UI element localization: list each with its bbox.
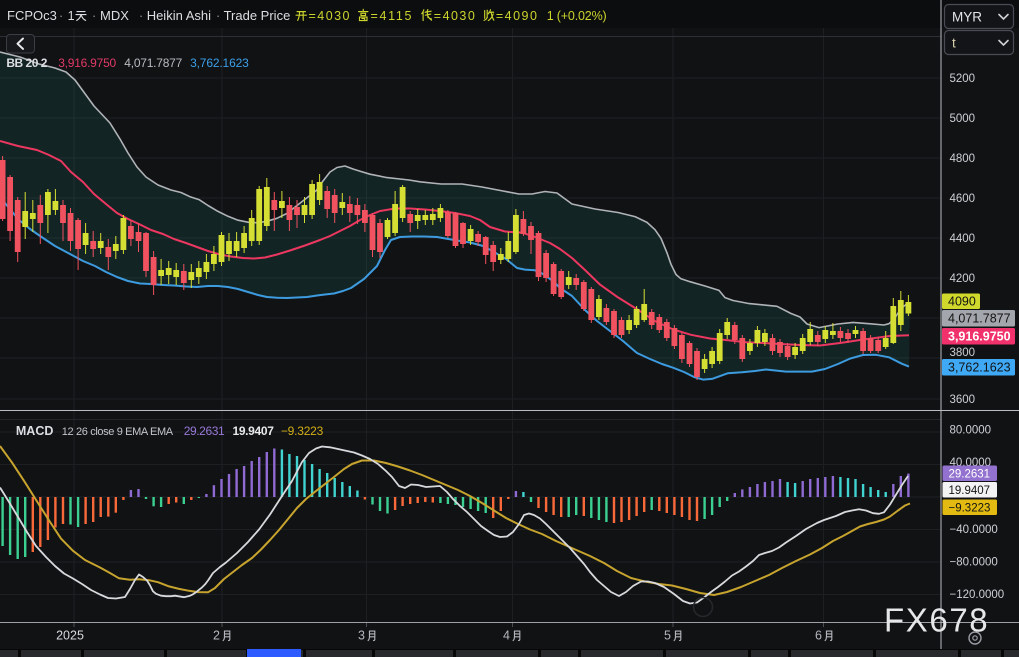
svg-text:5: 5 (664, 629, 671, 643)
svg-text:4200: 4200 (950, 273, 976, 285)
svg-text:−80.0000: −80.0000 (950, 557, 998, 569)
svg-text:3,762.1623: 3,762.1623 (190, 56, 249, 70)
svg-text:12 26 close 9 EMA EMA: 12 26 close 9 EMA EMA (62, 426, 174, 438)
svg-text:5200: 5200 (950, 73, 976, 85)
svg-text:19.9407: 19.9407 (949, 485, 991, 497)
svg-text:Trade Price: Trade Price (224, 8, 291, 23)
svg-text:=4030: =4030 (434, 9, 475, 23)
svg-text:FCPOc3: FCPOc3 (7, 8, 57, 23)
svg-text:6: 6 (815, 629, 822, 643)
svg-text:MYR: MYR (952, 10, 982, 25)
svg-text:·: · (59, 9, 63, 23)
svg-text:4: 4 (503, 629, 510, 643)
svg-text:2025: 2025 (56, 629, 84, 643)
svg-text:−40.0000: −40.0000 (950, 524, 998, 536)
svg-text:1: 1 (68, 9, 75, 23)
svg-text:3800: 3800 (950, 347, 976, 359)
svg-text:3,762.1623: 3,762.1623 (948, 360, 1011, 374)
svg-text:Heikin Ashi: Heikin Ashi (147, 8, 211, 23)
svg-text:FX678: FX678 (884, 602, 989, 639)
svg-text:3: 3 (358, 629, 365, 643)
svg-text:·: · (216, 9, 220, 23)
svg-text:=4115: =4115 (371, 9, 412, 23)
svg-text:=4030: =4030 (309, 9, 350, 23)
svg-text:−120.0000: −120.0000 (950, 589, 1005, 601)
svg-text:4090: 4090 (948, 294, 976, 308)
svg-text:·: · (139, 9, 143, 23)
svg-text:3600: 3600 (950, 394, 976, 406)
svg-text:BB 20 2: BB 20 2 (6, 56, 47, 70)
svg-text:−9.3223: −9.3223 (281, 424, 324, 438)
svg-text:29.2631: 29.2631 (184, 424, 225, 438)
svg-text:4600: 4600 (950, 193, 976, 205)
svg-text:4,071.7877: 4,071.7877 (124, 56, 182, 70)
svg-text:29.2631: 29.2631 (949, 468, 991, 480)
svg-text:80.0000: 80.0000 (950, 424, 992, 436)
svg-text:3,916.9750: 3,916.9750 (58, 56, 116, 70)
svg-text:19.9407: 19.9407 (233, 424, 275, 438)
svg-text:t: t (952, 36, 956, 51)
svg-text:2: 2 (213, 629, 220, 643)
svg-text:−9.3223: −9.3223 (949, 502, 991, 514)
svg-text:5000: 5000 (950, 113, 976, 125)
svg-text:MACD: MACD (16, 424, 54, 438)
svg-text:1 (+0.02%): 1 (+0.02%) (547, 9, 607, 23)
svg-text:3,916.9750: 3,916.9750 (948, 329, 1011, 343)
svg-text:4800: 4800 (950, 153, 976, 165)
svg-text:·: · (92, 9, 96, 23)
svg-text:4400: 4400 (950, 233, 976, 245)
svg-text:MDX: MDX (100, 8, 129, 23)
svg-text:=4090: =4090 (496, 9, 537, 23)
svg-text:4,071.7877: 4,071.7877 (948, 311, 1011, 325)
